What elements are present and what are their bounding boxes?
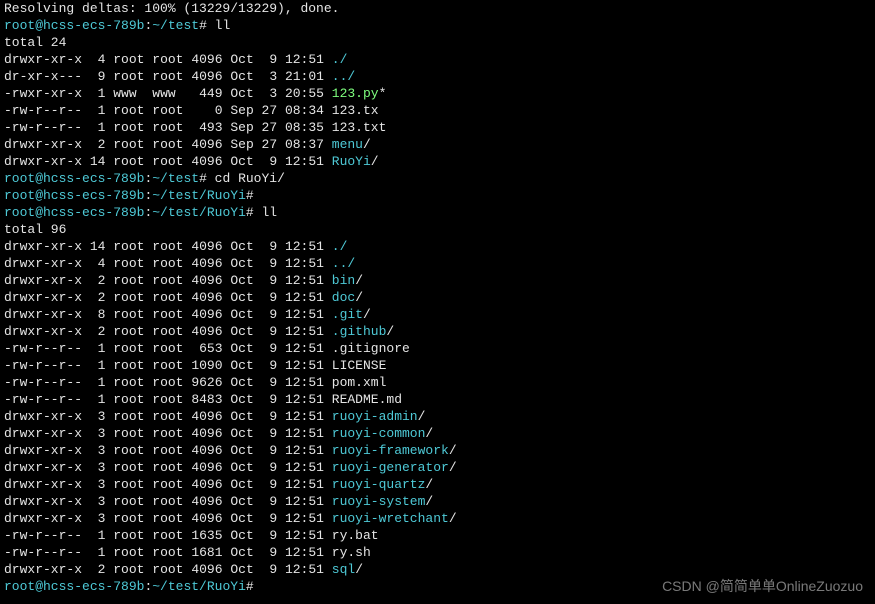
terminal-output[interactable]: Resolving deltas: 100% (13229/13229), do… <box>0 0 875 595</box>
